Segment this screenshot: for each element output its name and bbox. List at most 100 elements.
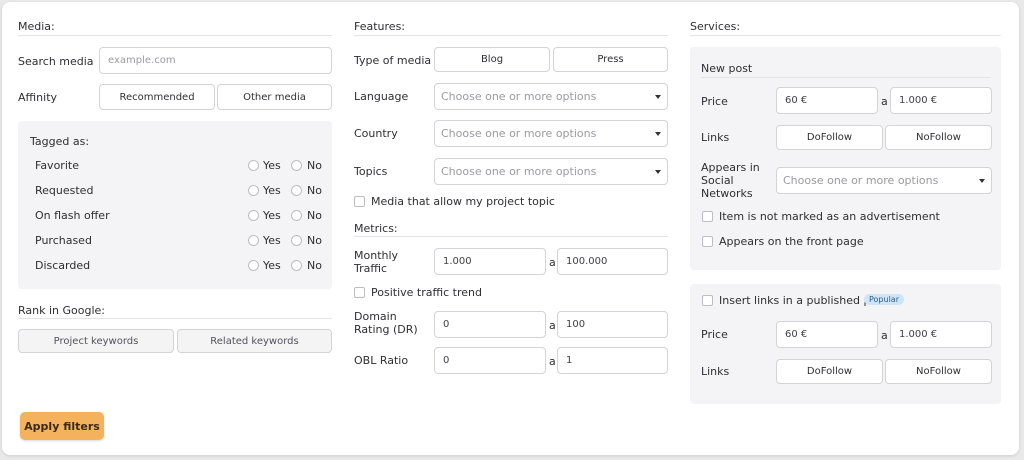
tag-purchased-no-radio[interactable]: [291, 235, 302, 246]
divider: [18, 35, 332, 36]
tag-requested-yes-radio[interactable]: [248, 185, 259, 196]
chevron-down-icon: [655, 131, 661, 136]
tag-label-favorite: Favorite: [35, 159, 79, 172]
services-section-title: Services:: [690, 20, 741, 33]
new-post-links-label: Links: [701, 131, 730, 144]
country-select[interactable]: Choose one or more options: [434, 120, 668, 147]
media-section-title: Media:: [18, 20, 55, 33]
new-post-price-min-input[interactable]: 60 €: [776, 87, 878, 114]
tagged-as-panel: Tagged as: Favorite Yes No Requested Yes…: [18, 121, 332, 289]
features-section-title: Features:: [354, 20, 406, 33]
select-placeholder: Choose one or more options: [441, 127, 597, 140]
traffic-max-input[interactable]: 100.000: [557, 248, 668, 275]
tag-favorite-yes-radio[interactable]: [248, 160, 259, 171]
type-press-button[interactable]: Press: [553, 47, 668, 72]
tag-discarded-yes-radio[interactable]: [248, 260, 259, 271]
rank-project-keywords-button[interactable]: Project keywords: [18, 329, 174, 353]
front-page-label: Appears on the front page: [719, 235, 864, 248]
domain-rating-label: Domain Rating (DR): [354, 310, 418, 336]
insert-links-nofollow-button[interactable]: NoFollow: [885, 359, 992, 384]
radio-label: No: [307, 259, 322, 272]
obl-ratio-label: OBL Ratio: [354, 354, 409, 367]
new-post-price-label: Price: [701, 95, 728, 108]
select-placeholder: Choose one or more options: [441, 165, 597, 178]
project-topic-checkbox[interactable]: [354, 196, 365, 207]
search-media-label: Search media: [18, 55, 94, 68]
type-of-media-label: Type of media: [354, 54, 432, 67]
divider: [18, 318, 332, 319]
affinity-other-media-button[interactable]: Other media: [217, 84, 332, 110]
project-topic-label: Media that allow my project topic: [371, 195, 555, 208]
radio-label: No: [307, 184, 322, 197]
tagged-as-title: Tagged as:: [30, 135, 90, 148]
obl-max-input[interactable]: 1: [557, 347, 668, 374]
dr-min-input[interactable]: 0: [434, 311, 546, 338]
rank-section-title: Rank in Google:: [18, 304, 106, 317]
range-separator: a: [549, 355, 556, 368]
insert-links-title: Insert links in a published post: [719, 294, 888, 307]
rank-related-keywords-button[interactable]: Related keywords: [177, 329, 332, 353]
not-ad-checkbox[interactable]: [702, 211, 713, 222]
insert-links-price-label: Price: [701, 328, 728, 341]
insert-links-price-min-input[interactable]: 60 €: [776, 321, 878, 348]
obl-min-input[interactable]: 0: [434, 347, 546, 374]
country-label: Country: [354, 127, 398, 140]
insert-links-dofollow-button[interactable]: DoFollow: [776, 359, 883, 384]
tag-discarded-no-radio[interactable]: [291, 260, 302, 271]
topics-label: Topics: [354, 165, 388, 178]
radio-label: Yes: [263, 159, 281, 172]
filters-card: Media: Search media example.com Affinity…: [2, 2, 1019, 455]
tag-label-requested: Requested: [35, 184, 94, 197]
divider: [701, 77, 991, 78]
tag-flash-offer-yes-radio[interactable]: [248, 210, 259, 221]
front-page-checkbox[interactable]: [702, 236, 713, 247]
tag-label-discarded: Discarded: [35, 259, 91, 272]
language-label: Language: [354, 90, 409, 103]
tag-label-flash-offer: On flash offer: [35, 209, 110, 222]
affinity-recommended-button[interactable]: Recommended: [99, 84, 215, 110]
positive-trend-checkbox[interactable]: [354, 287, 365, 298]
chevron-down-icon: [655, 94, 661, 99]
radio-label: Yes: [263, 184, 281, 197]
traffic-min-input[interactable]: 1.000: [434, 248, 546, 275]
radio-label: Yes: [263, 209, 281, 222]
tag-purchased-yes-radio[interactable]: [248, 235, 259, 246]
range-separator: a: [881, 329, 888, 342]
chevron-down-icon: [979, 178, 985, 183]
new-post-panel: New post Price 60 € a 1.000 € Links DoFo…: [690, 47, 1001, 270]
tag-flash-offer-no-radio[interactable]: [291, 210, 302, 221]
social-networks-select[interactable]: Choose one or more options: [776, 167, 992, 194]
insert-links-checkbox[interactable]: [702, 295, 713, 306]
type-blog-button[interactable]: Blog: [434, 47, 550, 72]
tag-label-purchased: Purchased: [35, 234, 92, 247]
popular-badge: Popular: [864, 294, 904, 305]
topics-select[interactable]: Choose one or more options: [434, 158, 668, 185]
social-networks-label: Appears in Social Networks: [701, 161, 760, 200]
tag-requested-no-radio[interactable]: [291, 185, 302, 196]
radio-label: Yes: [263, 259, 281, 272]
dr-max-input[interactable]: 100: [557, 311, 668, 338]
range-separator: a: [549, 319, 556, 332]
insert-links-panel: Insert links in a published post Popular…: [690, 284, 1001, 404]
new-post-dofollow-button[interactable]: DoFollow: [776, 125, 883, 150]
search-media-input[interactable]: example.com: [99, 47, 332, 74]
insert-links-links-label: Links: [701, 365, 730, 378]
divider: [354, 35, 668, 36]
new-post-nofollow-button[interactable]: NoFollow: [885, 125, 992, 150]
new-post-title: New post: [701, 62, 753, 75]
insert-links-price-max-input[interactable]: 1.000 €: [890, 321, 992, 348]
affinity-label: Affinity: [18, 91, 58, 104]
tag-favorite-no-radio[interactable]: [291, 160, 302, 171]
chevron-down-icon: [655, 169, 661, 174]
divider: [354, 236, 668, 237]
not-ad-label: Item is not marked as an advertisement: [719, 210, 940, 223]
apply-filters-button[interactable]: Apply filters: [20, 412, 104, 440]
select-placeholder: Choose one or more options: [783, 174, 939, 187]
language-select[interactable]: Choose one or more options: [434, 83, 668, 110]
divider: [690, 35, 1001, 36]
new-post-price-max-input[interactable]: 1.000 €: [890, 87, 992, 114]
radio-label: No: [307, 234, 322, 247]
radio-label: No: [307, 159, 322, 172]
range-separator: a: [881, 95, 888, 108]
radio-label: Yes: [263, 234, 281, 247]
